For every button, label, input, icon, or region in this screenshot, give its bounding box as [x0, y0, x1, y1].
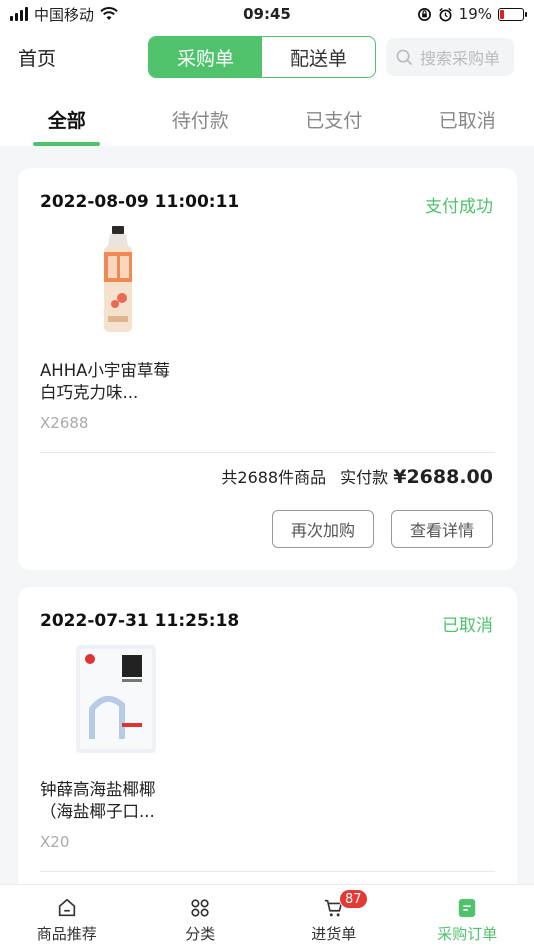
nav-label: 商品推荐: [36, 925, 97, 943]
nav-label: 分类: [185, 925, 216, 943]
search-placeholder: 搜索采购单: [420, 49, 501, 68]
order-icon: [459, 898, 476, 918]
order-date: 2022-08-09 11:00:11: [40, 192, 240, 212]
bottom-nav: 商品推荐 分类 进货单 87 采购订单: [0, 884, 534, 950]
tab-paid[interactable]: 已支付: [267, 88, 401, 146]
nav-category[interactable]: 分类: [134, 885, 268, 950]
view-details-button[interactable]: 查看详情: [391, 510, 493, 548]
top-header: 首页 采购单 配送单 搜索采购单: [0, 28, 534, 88]
order-status: 支付成功: [425, 197, 493, 217]
status-bar: 中国移动 09:45 19%: [0, 0, 534, 28]
order-status: 已取消: [442, 616, 493, 636]
nav-label: 进货单: [311, 925, 357, 943]
cart-count-badge: 87: [339, 889, 368, 909]
nav-cart[interactable]: 进货单 87: [267, 885, 401, 950]
item-count: 共2688件商品: [221, 468, 327, 487]
divider: [40, 871, 495, 872]
battery-percent: 19%: [458, 5, 492, 23]
divider: [40, 452, 495, 453]
product-quantity: X20: [40, 833, 70, 851]
paid-label: 实付款: [340, 468, 389, 487]
orientation-lock-icon: [417, 7, 431, 21]
tab-cancelled[interactable]: 已取消: [401, 88, 534, 146]
segment-delivery-order[interactable]: 配送单: [262, 37, 375, 77]
search-icon: [396, 49, 413, 65]
status-tabs: 全部 待付款 已支付 已取消: [0, 88, 534, 146]
order-summary: 共2688件商品 实付款 ¥2688.00: [221, 464, 493, 488]
order-type-switch: 采购单 配送单: [148, 36, 376, 78]
rebuy-button[interactable]: 再次加购: [272, 510, 374, 548]
tab-pending-payment[interactable]: 待付款: [134, 88, 268, 146]
product-name: 钟薛高海盐椰椰（海盐椰子口...: [40, 780, 156, 821]
battery-icon: [498, 7, 527, 21]
paid-amount: ¥2688.00: [393, 466, 493, 488]
search-input[interactable]: 搜索采购单: [386, 38, 514, 76]
tab-all[interactable]: 全部: [0, 88, 134, 146]
nav-label: 采购订单: [437, 925, 498, 943]
nav-product-recommend[interactable]: 商品推荐: [0, 885, 134, 950]
carrier-label: 中国移动: [34, 5, 95, 24]
battery-level: [500, 9, 505, 19]
home-link[interactable]: 首页: [18, 44, 56, 71]
alarm-icon: [439, 7, 452, 21]
product-name: AHHA小宇宙草莓白巧克力味...: [40, 361, 170, 402]
product-image-ice-cream: [76, 645, 156, 753]
order-card[interactable]: 2022-07-31 11:25:18 已取消 钟薛高海盐椰椰（海盐椰子口...…: [18, 587, 517, 907]
segment-purchase-order[interactable]: 采购单: [149, 37, 262, 77]
order-date: 2022-07-31 11:25:18: [40, 611, 240, 631]
signal-icon: [10, 7, 28, 21]
product-quantity: X2688: [40, 414, 89, 432]
nav-purchase-orders[interactable]: 采购订单: [401, 885, 534, 950]
wifi-icon: [100, 7, 118, 20]
grid-icon: [191, 899, 209, 917]
order-card[interactable]: 2022-08-09 11:00:11 支付成功 AHHA小宇宙草莓白巧克力味.…: [18, 168, 517, 570]
product-image-bottle: [104, 226, 132, 332]
home-icon: [58, 898, 75, 917]
